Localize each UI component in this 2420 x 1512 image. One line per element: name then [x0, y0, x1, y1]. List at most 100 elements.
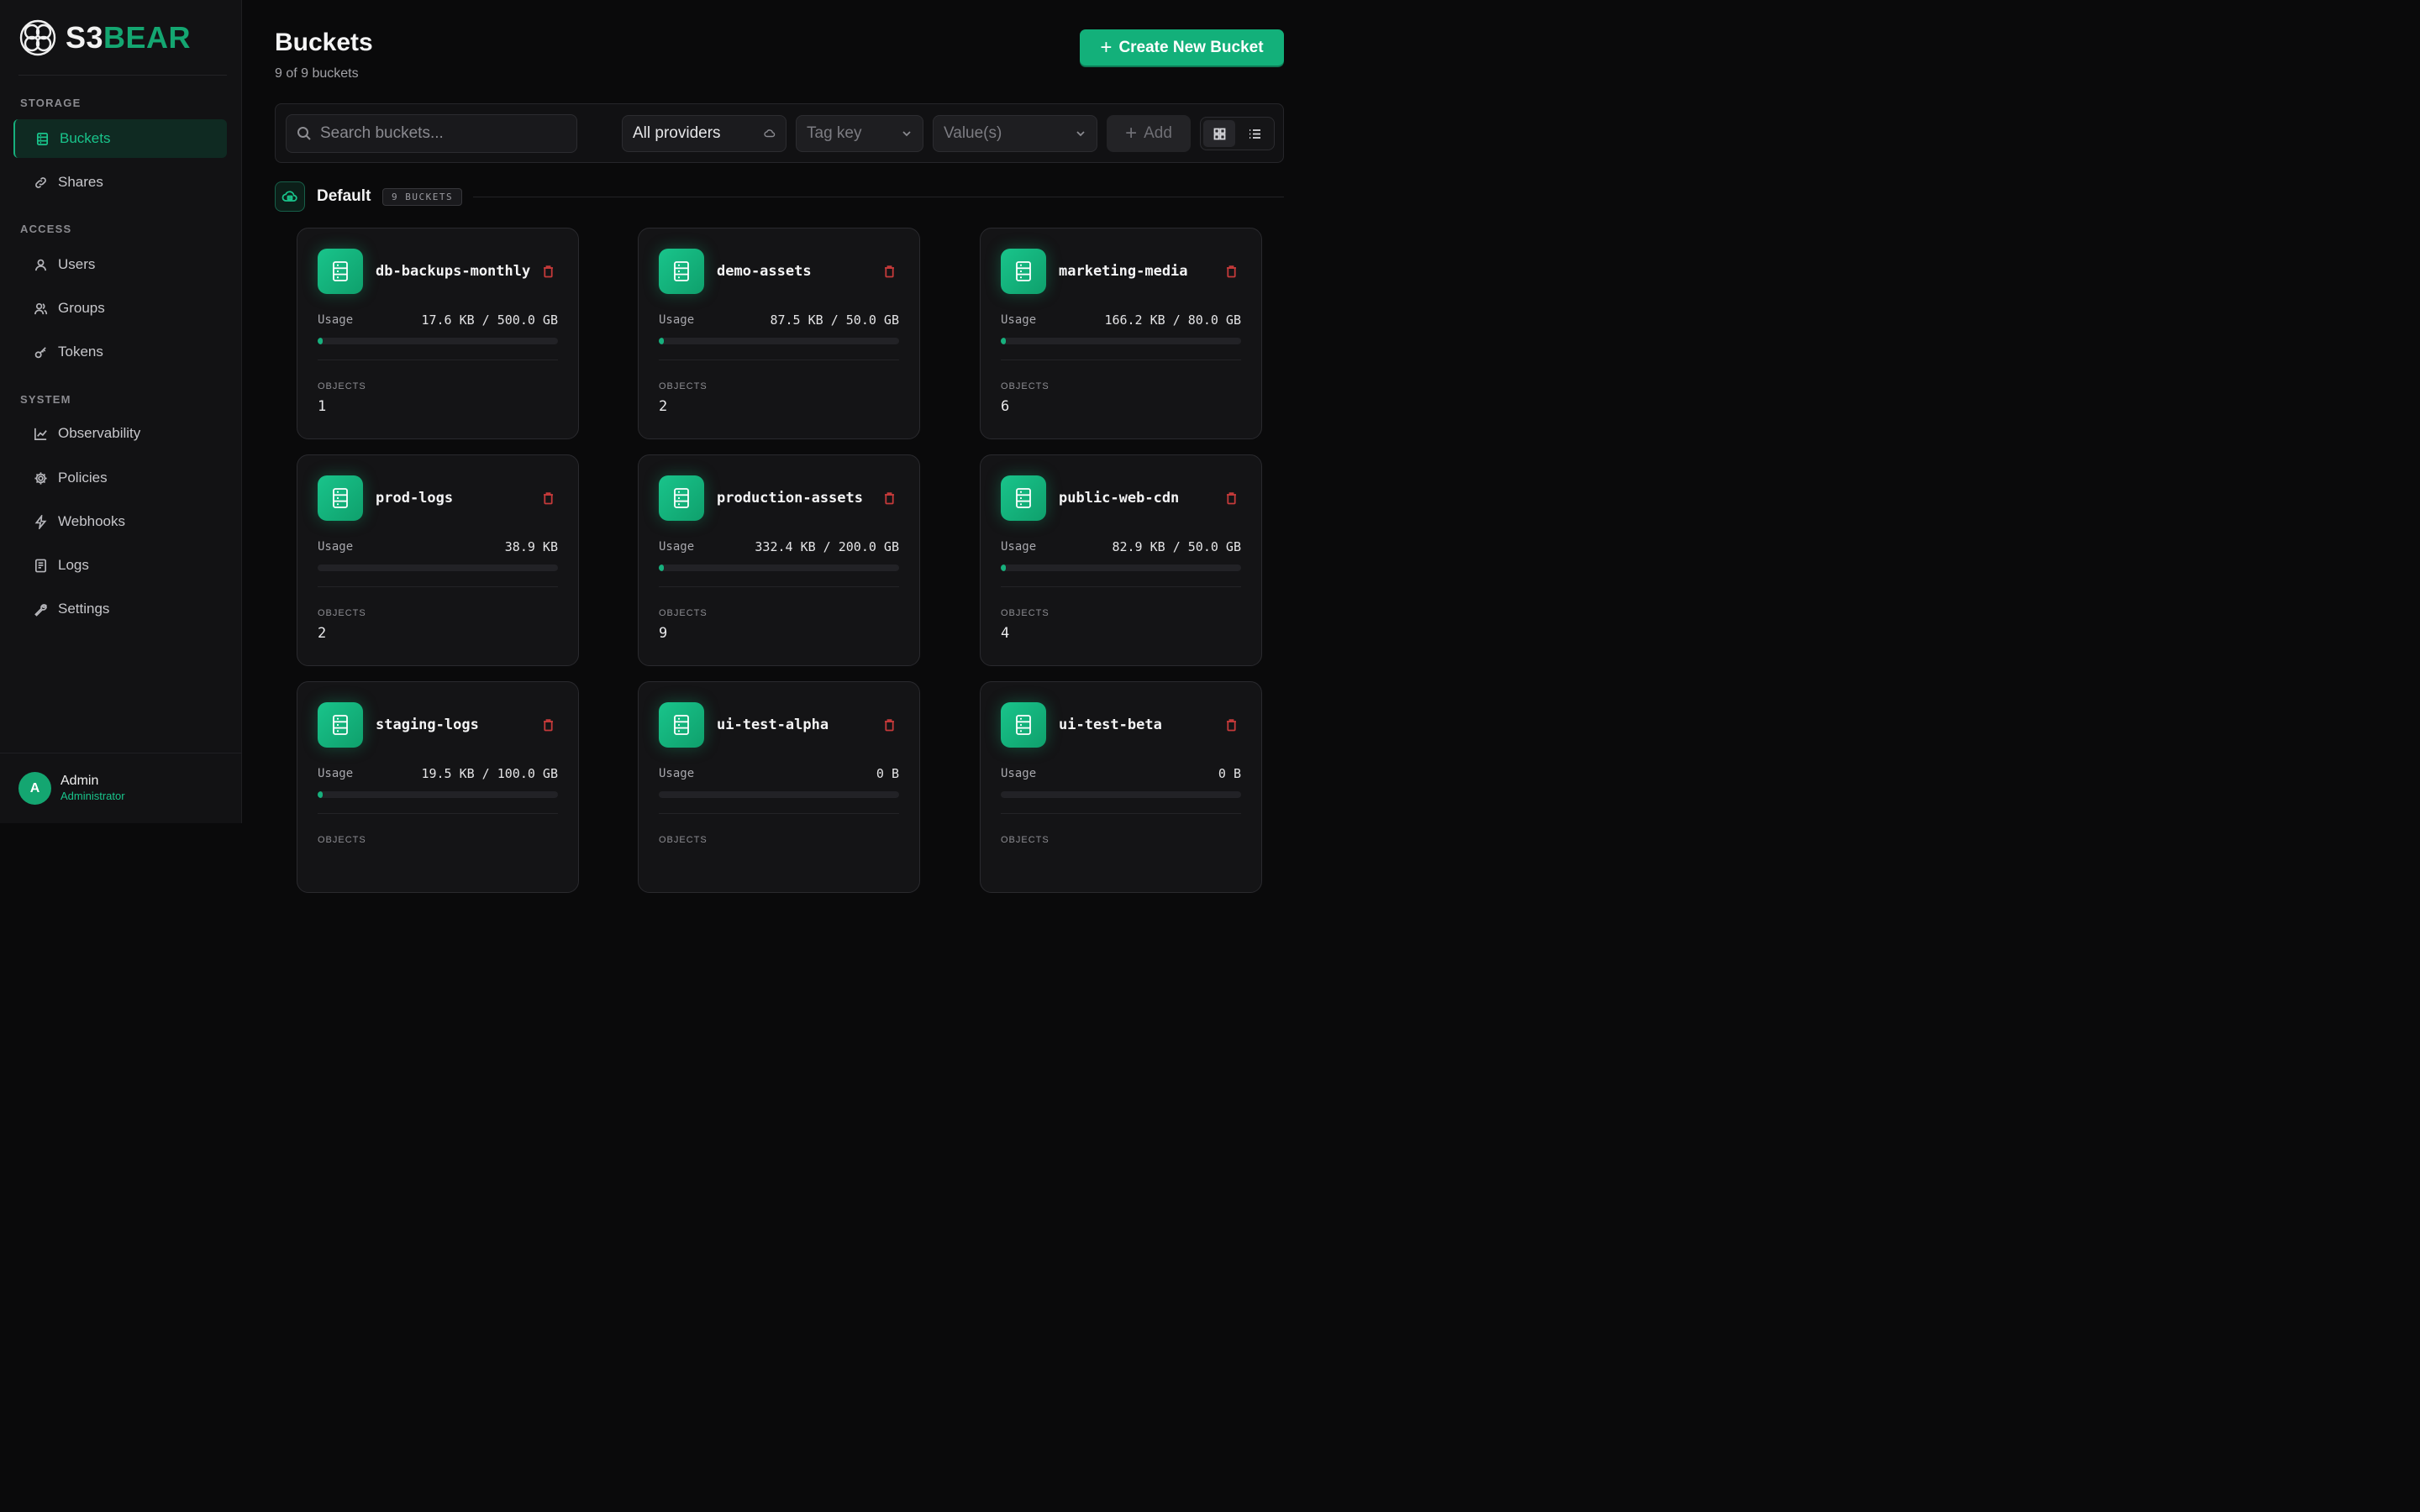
bucket-card[interactable]: staging-logs Usage 19.5 KB / 100.0 GB OB…: [297, 681, 579, 893]
list-view-button[interactable]: [1239, 120, 1270, 147]
sidebar-item-label: Observability: [58, 425, 141, 441]
sidebar-item-users[interactable]: Users: [13, 245, 227, 284]
bucket-name[interactable]: staging-logs: [376, 706, 532, 744]
tag-key-select[interactable]: Tag key: [796, 115, 923, 152]
delete-bucket-button[interactable]: [539, 262, 557, 281]
divider: [659, 586, 899, 587]
sidebar-item-observability[interactable]: Observability: [13, 414, 227, 453]
sidebar-item-policies[interactable]: Policies: [13, 459, 227, 497]
bucket-server-icon: [659, 249, 704, 294]
usage-value: 19.5 KB / 100.0 GB: [421, 766, 558, 781]
chevron-down-icon: [902, 131, 911, 137]
usage-value: 82.9 KB / 50.0 GB: [1112, 539, 1241, 554]
bucket-card[interactable]: ui-test-beta Usage 0 B OBJECTS: [980, 681, 1262, 893]
sidebar-item-label: Groups: [58, 300, 105, 316]
sidebar-item-buckets[interactable]: Buckets: [13, 119, 227, 158]
objects-count: 2: [659, 398, 668, 415]
grid-icon: [1213, 128, 1225, 139]
usage-progress-fill: [1001, 564, 1006, 571]
usage-progress-fill: [659, 564, 664, 571]
view-toggle: [1200, 117, 1275, 150]
brand[interactable]: S3BEAR: [18, 17, 191, 59]
bucket-name[interactable]: ui-test-alpha: [717, 706, 873, 744]
wrench-icon: [34, 603, 48, 617]
usage-label: Usage: [1001, 540, 1037, 554]
divider: [318, 586, 558, 587]
bucket-name[interactable]: ui-test-beta: [1059, 706, 1215, 744]
sidebar-item-label: Users: [58, 256, 96, 272]
sidebar-item-logs[interactable]: Logs: [13, 546, 227, 585]
usage-progress-bar: [659, 564, 899, 571]
bucket-name-text: ui-test-alpha: [717, 716, 829, 733]
delete-bucket-button[interactable]: [1222, 716, 1240, 734]
objects-label: OBJECTS: [318, 608, 366, 618]
bucket-name[interactable]: prod-logs: [376, 479, 532, 517]
search-input[interactable]: [318, 123, 566, 144]
create-bucket-label: Create New Bucket: [1118, 38, 1264, 56]
bucket-name[interactable]: demo-assets: [717, 252, 873, 291]
provider-select[interactable]: All providers: [622, 115, 786, 152]
bucket-card[interactable]: demo-assets Usage 87.5 KB / 50.0 GB OBJE…: [638, 228, 920, 439]
usage-value: 332.4 KB / 200.0 GB: [755, 539, 899, 554]
chevron-down-icon: [1076, 131, 1085, 137]
sidebar-item-webhooks[interactable]: Webhooks: [13, 502, 227, 541]
usage-value: 38.9 KB: [504, 539, 558, 554]
delete-bucket-button[interactable]: [880, 716, 898, 734]
bucket-server-icon: [1001, 702, 1046, 748]
bucket-card[interactable]: prod-logs Usage 38.9 KB OBJECTS 2: [297, 454, 579, 666]
plus-icon: +: [1100, 35, 1113, 59]
bucket-card[interactable]: db-backups-monthly Usage 17.6 KB / 500.0…: [297, 228, 579, 439]
bucket-name[interactable]: public-web-cdn: [1059, 479, 1215, 517]
divider: [318, 813, 558, 814]
objects-count: 1: [318, 398, 327, 415]
delete-bucket-button[interactable]: [539, 716, 557, 734]
sidebar-item-settings[interactable]: Settings: [13, 590, 227, 628]
usage-label: Usage: [659, 540, 695, 554]
bucket-name[interactable]: marketing-media: [1059, 252, 1215, 291]
usage-label: Usage: [1001, 767, 1037, 780]
sidebar-item-shares[interactable]: Shares: [13, 163, 227, 202]
usage-progress-bar: [659, 338, 899, 344]
nav-section-access: ACCESS: [20, 223, 72, 235]
delete-bucket-button[interactable]: [880, 489, 898, 507]
add-tag-filter-button[interactable]: + Add: [1107, 115, 1191, 152]
tag-values-placeholder: Value(s): [944, 124, 1002, 142]
objects-label: OBJECTS: [659, 608, 708, 618]
grid-view-button[interactable]: [1203, 120, 1235, 147]
usage-value: 0 B: [876, 766, 899, 781]
delete-bucket-button[interactable]: [1222, 262, 1240, 281]
trash-icon: [543, 492, 553, 505]
sidebar-item-groups[interactable]: Groups: [13, 289, 227, 328]
delete-bucket-button[interactable]: [1222, 489, 1240, 507]
list-icon: [1249, 129, 1260, 139]
bucket-name-text: public-web-cdn: [1059, 489, 1180, 507]
cloud-storage-icon: [275, 181, 305, 212]
sidebar-item-tokens[interactable]: Tokens: [13, 333, 227, 371]
divider: [1001, 586, 1241, 587]
gear-icon: [34, 471, 47, 485]
trash-icon: [884, 492, 894, 505]
link-icon: [35, 176, 46, 188]
search-box[interactable]: [286, 114, 577, 153]
divider: [18, 75, 227, 76]
tag-values-select[interactable]: Value(s): [933, 115, 1097, 152]
bucket-card[interactable]: ui-test-alpha Usage 0 B OBJECTS: [638, 681, 920, 893]
trash-icon: [884, 719, 894, 732]
sidebar: S3BEAR STORAGE Buckets Shares ACCESS Use…: [0, 0, 242, 823]
create-bucket-button[interactable]: + Create New Bucket: [1080, 29, 1284, 66]
objects-label: OBJECTS: [1001, 608, 1050, 618]
bucket-card[interactable]: marketing-media Usage 166.2 KB / 80.0 GB…: [980, 228, 1262, 439]
objects-label: OBJECTS: [318, 381, 366, 391]
bucket-server-icon: [318, 475, 363, 521]
avatar[interactable]: A: [18, 772, 51, 805]
bucket-card[interactable]: production-assets Usage 332.4 KB / 200.0…: [638, 454, 920, 666]
bucket-card[interactable]: public-web-cdn Usage 82.9 KB / 50.0 GB O…: [980, 454, 1262, 666]
delete-bucket-button[interactable]: [880, 262, 898, 281]
bucket-name-text: staging-logs: [376, 716, 479, 733]
delete-bucket-button[interactable]: [539, 489, 557, 507]
bucket-name[interactable]: db-backups-monthly: [376, 252, 532, 291]
trash-icon: [543, 265, 553, 278]
usage-label: Usage: [659, 313, 695, 327]
trash-icon: [884, 265, 894, 278]
bucket-name[interactable]: production-assets: [717, 479, 873, 517]
